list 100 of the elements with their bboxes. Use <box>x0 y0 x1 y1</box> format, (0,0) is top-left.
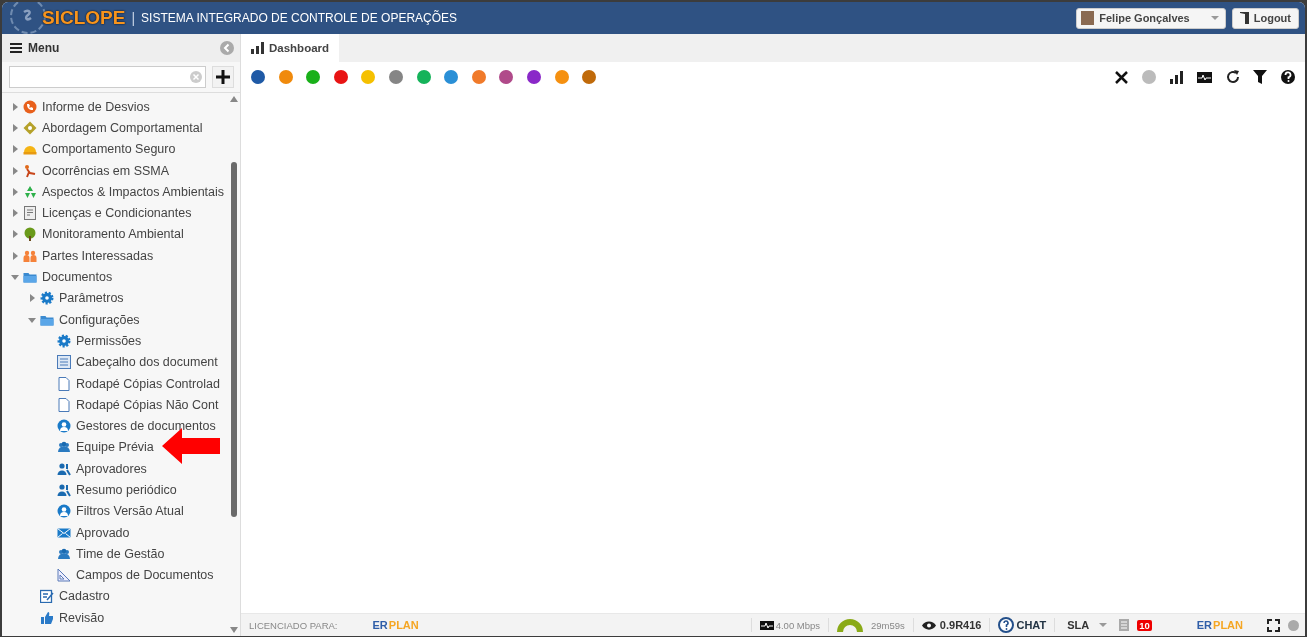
monitor-icon[interactable] <box>1197 71 1213 83</box>
diamond-icon <box>23 120 37 135</box>
eye-icon <box>921 620 936 630</box>
menu-item[interactable]: Abordagem Comportamental <box>42 120 203 135</box>
collapse-arrow-icon[interactable] <box>10 272 20 282</box>
color-filter[interactable] <box>388 70 403 84</box>
color-filter[interactable] <box>554 70 569 84</box>
pointer-arrow-drawing <box>162 428 220 464</box>
collapse-sidebar-icon[interactable] <box>220 41 234 55</box>
color-filter[interactable] <box>306 70 321 84</box>
menu-item[interactable]: Cabeçalho dos document <box>76 355 218 370</box>
scroll-down-icon[interactable] <box>230 627 238 633</box>
expand-arrow-icon[interactable] <box>10 144 20 155</box>
menu-item[interactable]: Licenças e Condicionantes <box>42 206 192 221</box>
menu-item[interactable]: Parâmetros <box>59 291 124 306</box>
phone-icon <box>23 99 37 114</box>
menu-item[interactable]: Documentos <box>42 270 113 284</box>
status-dot-icon <box>1142 70 1157 84</box>
menu-item[interactable]: Aspectos & Impactos Ambientais <box>42 184 225 199</box>
expand-arrow-icon[interactable] <box>10 165 20 176</box>
users-icon <box>57 461 71 476</box>
color-filter[interactable] <box>416 70 431 84</box>
users-icon <box>57 483 71 497</box>
notification-badge[interactable]: 10 <box>1137 619 1152 631</box>
certificate-icon <box>23 206 37 221</box>
menu-item[interactable]: Aprovado <box>76 525 130 540</box>
network-icon <box>759 620 774 630</box>
menu-item[interactable]: Cadastro <box>59 589 110 604</box>
app-title: SISTEMA INTEGRADO DE CONTROLE DE OPERAÇÕES <box>141 11 458 25</box>
avatar-placeholder <box>1081 11 1095 25</box>
expand-arrow-icon[interactable] <box>27 293 37 304</box>
close-icon[interactable] <box>1115 70 1129 84</box>
gauge-icon <box>837 618 864 632</box>
bar-chart-icon[interactable] <box>1169 70 1184 84</box>
form-icon <box>57 355 71 370</box>
chat-button[interactable]: CHAT <box>998 617 1047 633</box>
user-menu-button[interactable]: Felipe Gonçalves <box>1076 7 1226 29</box>
expand-arrow-icon[interactable] <box>10 122 20 133</box>
network-speed: 4.00 Mbps <box>775 619 821 631</box>
menu-title: Menu <box>28 41 60 55</box>
page-icon <box>57 397 71 412</box>
tree-icon <box>23 227 37 242</box>
document-icon[interactable] <box>1119 619 1130 631</box>
filter-icon[interactable] <box>1253 70 1268 84</box>
menu-item[interactable]: Informe de Desvios <box>42 99 150 114</box>
menu-item[interactable]: Revisão <box>59 610 105 625</box>
group-icon <box>57 440 71 455</box>
door-icon <box>1239 12 1250 24</box>
expand-arrow-icon[interactable] <box>10 186 20 197</box>
color-filter[interactable] <box>526 70 541 84</box>
thumb-icon <box>40 610 54 625</box>
help-circle-icon <box>998 617 1015 633</box>
color-filter[interactable] <box>444 70 459 84</box>
recycle-icon <box>23 184 37 199</box>
gear-icon <box>57 333 71 348</box>
menu-item[interactable]: Equipe Prévia <box>76 440 154 455</box>
menu-item[interactable]: Comportamento Seguro <box>42 142 176 157</box>
color-filter[interactable] <box>278 70 293 84</box>
brand-name: SICLOPE <box>42 7 126 29</box>
menu-item[interactable]: Ocorrências em SSMA <box>42 163 170 178</box>
session-time: 29m59s <box>871 619 905 631</box>
menu-item[interactable]: Resumo periódico <box>76 483 177 497</box>
expand-arrow-icon[interactable] <box>10 229 20 240</box>
menu-item[interactable]: Partes Interessadas <box>42 248 154 263</box>
color-filter[interactable] <box>499 70 514 84</box>
bar-chart-icon <box>251 42 264 54</box>
expand-arrow-icon[interactable] <box>10 101 20 112</box>
color-filter[interactable] <box>361 70 376 84</box>
licensed-label: LICENCIADO PARA: <box>249 619 338 631</box>
fullscreen-icon[interactable] <box>1267 618 1280 632</box>
color-filter[interactable] <box>582 70 597 84</box>
expand-arrow-icon[interactable] <box>10 250 20 261</box>
menu-item[interactable]: Rodapé Cópias Não Cont <box>76 397 219 412</box>
logout-button[interactable]: Logout <box>1231 7 1299 29</box>
search-field[interactable] <box>9 66 206 88</box>
scrollbar-thumb[interactable] <box>231 162 237 517</box>
menu-item[interactable]: Permissões <box>76 333 142 348</box>
menu-item[interactable]: Configurações <box>59 312 140 327</box>
color-filter[interactable] <box>471 70 486 84</box>
help-icon[interactable] <box>1281 70 1295 84</box>
menu-item[interactable]: Aprovadores <box>76 461 147 476</box>
menu-icon[interactable] <box>10 43 22 53</box>
menu-item[interactable]: Gestores de documentos <box>76 419 216 434</box>
add-button[interactable] <box>212 66 234 88</box>
menu-item[interactable]: Monitoramento Ambiental <box>42 227 184 242</box>
color-filter[interactable] <box>251 70 265 84</box>
menu-item[interactable]: Filtros Versão Atual <box>76 504 184 519</box>
color-filter[interactable] <box>333 70 348 84</box>
tab[interactable]: Dashboard <box>241 34 340 62</box>
sla-dropdown[interactable]: SLA <box>1063 619 1112 631</box>
expand-arrow-icon[interactable] <box>10 208 20 219</box>
menu-item[interactable]: Time de Gestão <box>76 546 165 561</box>
title-separator: | <box>131 10 136 26</box>
menu-item[interactable]: Campos de Documentos <box>76 568 214 583</box>
ruler-icon <box>57 568 71 583</box>
scroll-up-icon[interactable] <box>230 96 238 102</box>
menu-item[interactable]: Rodapé Cópias Controlad <box>76 376 220 391</box>
mail-icon <box>57 525 71 540</box>
gear-icon <box>40 291 54 306</box>
refresh-icon[interactable] <box>1225 70 1240 84</box>
